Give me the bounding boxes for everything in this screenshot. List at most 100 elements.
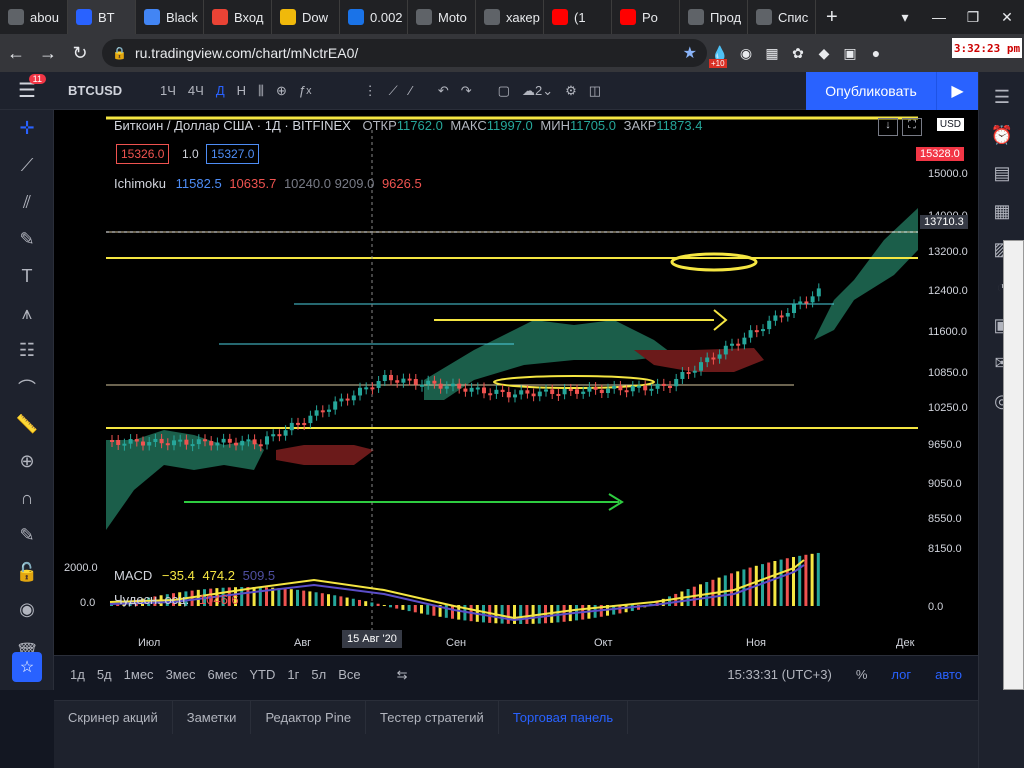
undo-icon[interactable]: ↶ — [432, 72, 455, 110]
goto-date-icon[interactable]: ⇆ — [391, 667, 414, 683]
bottom-tab[interactable]: Скринер акций — [54, 700, 173, 735]
browser-tab[interactable]: abou — [0, 0, 68, 34]
time-tick: Окт — [594, 637, 613, 649]
menu-icon[interactable]: ☰ 11 — [0, 72, 54, 110]
browser-tab[interactable]: (1 — [544, 0, 612, 34]
symbol-search[interactable]: BTCUSD — [54, 83, 154, 98]
text-tool-icon[interactable]: T — [0, 258, 54, 295]
ruler-icon[interactable]: 📏 — [0, 406, 54, 443]
range-button[interactable]: 1д — [64, 667, 91, 682]
back-icon[interactable]: ← — [0, 37, 32, 69]
globe-icon[interactable]: ◉ — [733, 40, 759, 66]
qr-icon[interactable]: ▣ — [837, 40, 863, 66]
evernote-icon[interactable]: ◆ — [811, 40, 837, 66]
bottom-tab[interactable]: Тестер стратегий — [366, 700, 499, 735]
close-icon[interactable]: ✕ — [990, 0, 1024, 34]
zoom-in-icon[interactable]: ⊕ — [0, 443, 54, 480]
extension-icon[interactable]: 💧 +10 — [707, 40, 733, 68]
auto-toggle[interactable]: авто — [929, 667, 968, 682]
scroll-down-icon[interactable]: ↓ — [878, 118, 898, 136]
brush-icon[interactable]: ✎ — [0, 221, 54, 258]
minimize-icon[interactable]: — — [922, 0, 956, 34]
bottom-tab[interactable]: Заметки — [173, 700, 252, 735]
percent-toggle[interactable]: % — [850, 667, 874, 682]
lock-drawing-icon[interactable]: ✎ — [0, 517, 54, 554]
magnet-icon[interactable]: ∩ — [0, 480, 54, 517]
range-button[interactable]: YTD — [243, 667, 281, 682]
currency-label[interactable]: USD — [936, 118, 964, 131]
crosshair-icon[interactable]: ✛ — [0, 110, 54, 147]
drag-handle-icon[interactable]: ⋮ — [358, 72, 383, 110]
candle — [333, 401, 338, 410]
range-button[interactable]: 6мес — [201, 667, 243, 682]
browser-tab[interactable]: Вход — [204, 0, 272, 34]
pattern-icon[interactable]: ⩚ — [0, 295, 54, 332]
interval-button[interactable]: Н — [231, 72, 252, 110]
eye-icon[interactable]: ◉ — [0, 591, 54, 628]
indicators-icon[interactable]: ƒx — [293, 72, 318, 110]
snapshot-icon[interactable]: ◫ — [583, 72, 607, 110]
lock-icon[interactable]: 🔓 — [0, 554, 54, 591]
interval-button[interactable]: Д — [210, 72, 231, 110]
trendline-icon[interactable]: ⟋ — [0, 147, 54, 184]
line-tool-icon[interactable]: ⁄ — [404, 72, 418, 110]
browser-tab[interactable]: BT — [68, 0, 136, 34]
range-button[interactable]: 5д — [91, 667, 118, 682]
shapes-icon[interactable]: ⌒ — [0, 369, 54, 406]
redo-icon[interactable]: ↷ — [455, 72, 478, 110]
order-qty[interactable]: 1.0 — [182, 147, 199, 161]
data-window-icon[interactable]: ▤ — [979, 154, 1024, 192]
reload-icon[interactable]: ↻ — [64, 37, 96, 69]
settings-gear-icon[interactable]: ⚙ — [559, 72, 583, 110]
ohlc-close-label: ЗАКР — [623, 118, 657, 133]
publish-button[interactable]: Опубликовать — [806, 71, 936, 110]
extension-icon[interactable]: ▦ — [759, 40, 785, 66]
browser-tab[interactable]: Black — [136, 0, 204, 34]
browser-tab[interactable]: Прод — [680, 0, 748, 34]
buy-button[interactable]: 15327.0 — [206, 144, 260, 164]
watchlist-icon[interactable]: ☰ — [979, 78, 1024, 116]
interval-button[interactable]: 1Ч — [154, 72, 182, 110]
browser-tab[interactable]: Спис — [748, 0, 816, 34]
bottom-tab[interactable]: Торговая панель — [499, 700, 629, 735]
time-zone-label[interactable]: 15:33:31 (UTC+3) — [721, 667, 837, 682]
range-button[interactable]: 5л — [305, 667, 332, 682]
browser-tab[interactable]: хакер — [476, 0, 544, 34]
alarm-clock-icon[interactable]: ⏰ — [979, 116, 1024, 154]
candle — [172, 440, 176, 446]
extension-icon[interactable]: ● — [863, 40, 889, 66]
bottom-tab[interactable]: Редактор Pine — [251, 700, 367, 735]
range-button[interactable]: 1г — [281, 667, 305, 682]
tab-search-icon[interactable]: ▾ — [888, 0, 922, 34]
macd-bar — [482, 605, 485, 623]
sell-button[interactable]: 15326.0 — [116, 144, 170, 164]
ohlc-low: 11705.0 — [569, 118, 616, 133]
extension-icon[interactable]: ✿ — [785, 40, 811, 66]
range-button[interactable]: Все — [332, 667, 366, 682]
new-tab-button[interactable]: + — [816, 6, 848, 29]
layout-icon[interactable]: ☁ 2 ⌄ — [516, 72, 559, 110]
candles-icon[interactable]: ⫼ — [252, 72, 270, 110]
prediction-icon[interactable]: ☷ — [0, 332, 54, 369]
play-icon[interactable]: ▶ — [936, 71, 978, 110]
range-button[interactable]: 1мес — [118, 667, 160, 682]
chart-pane[interactable]: Биткоин / Доллар США · 1Д · BITFINEX ОТК… — [54, 110, 978, 655]
interval-button[interactable]: 4Ч — [182, 72, 210, 110]
bookmark-star-icon[interactable]: ★ — [683, 43, 697, 63]
maximize-icon[interactable]: ❐ — [956, 0, 990, 34]
range-button[interactable]: 3мес — [160, 667, 202, 682]
url-input[interactable]: 🔒 ru.tradingview.com/chart/mNctrEA0/ ★ — [102, 39, 707, 67]
maximize-pane-icon[interactable]: ⛶ — [902, 118, 922, 136]
browser-tab[interactable]: Po — [612, 0, 680, 34]
hotlist-icon[interactable]: ▦ — [979, 192, 1024, 230]
log-toggle[interactable]: лог — [885, 667, 917, 682]
line-tool-icon[interactable]: ⟋ — [383, 72, 404, 110]
fullscreen-icon[interactable]: ▢ — [492, 72, 516, 110]
browser-tab[interactable]: Moto — [408, 0, 476, 34]
compare-icon[interactable]: ⊕ — [270, 72, 293, 110]
fib-tool-icon[interactable]: ⫽ — [0, 184, 54, 221]
favorites-star-icon[interactable]: ☆ — [12, 652, 42, 682]
browser-tab[interactable]: Dow — [272, 0, 340, 34]
browser-tab[interactable]: 0.002 — [340, 0, 408, 34]
forward-icon[interactable]: → — [32, 37, 64, 69]
